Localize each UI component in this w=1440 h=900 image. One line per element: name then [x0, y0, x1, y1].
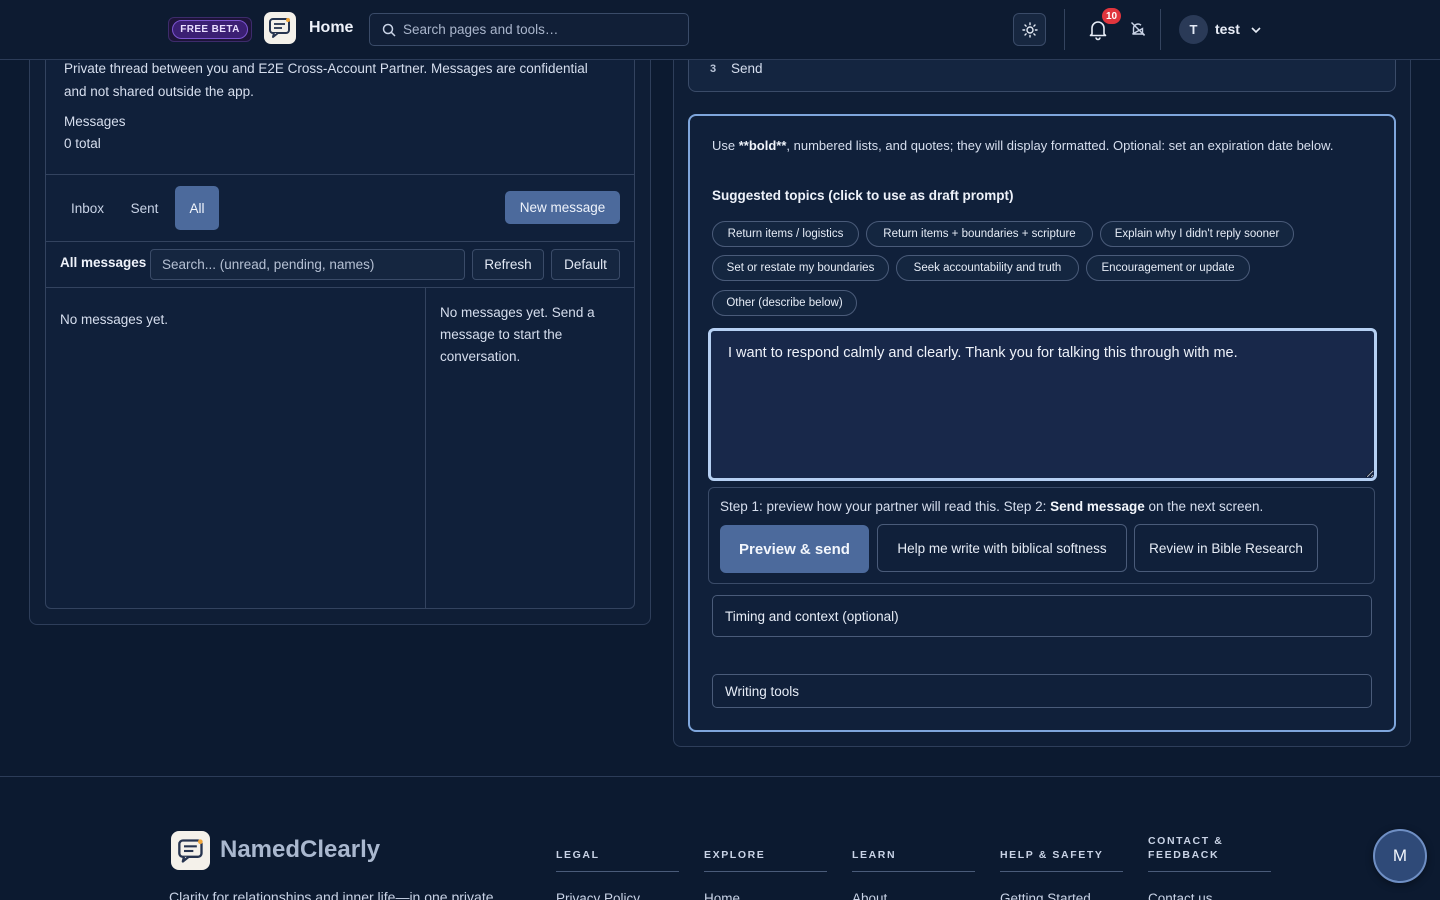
beta-badge-label: FREE BETA [172, 20, 248, 39]
preview-send-button[interactable]: Preview & send [720, 525, 869, 573]
topics-title: Suggested topics (click to use as draft … [712, 188, 1014, 203]
empty-thread-view: No messages yet. Send a message to start… [440, 305, 595, 364]
bell-off-icon[interactable] [1129, 20, 1147, 38]
footer-column-title: HELP & SAFETY [1000, 849, 1104, 861]
footer-column-divider [556, 871, 679, 872]
step-label: Send [731, 61, 763, 76]
topic-chip[interactable]: Explain why I didn't reply sooner [1100, 221, 1294, 247]
topic-chip[interactable]: Seek accountability and truth [896, 255, 1079, 281]
timing-context-toggle[interactable]: Timing and context (optional) [712, 595, 1372, 637]
topic-chip[interactable]: Other (describe below) [712, 290, 857, 316]
top-bar: FREE BETA Home Search pages and tools… 1… [0, 0, 1440, 60]
footer-column-divider [1000, 871, 1123, 872]
footer-column-title: CONTACT & FEEDBACK [1148, 835, 1224, 861]
message-list-label: All messages [60, 255, 147, 270]
footer-link[interactable]: Privacy Policy [556, 891, 640, 900]
refresh-button[interactable]: Refresh [472, 249, 544, 280]
chevron-down-icon[interactable] [1249, 23, 1263, 37]
global-search[interactable] [369, 13, 689, 46]
topic-chip[interactable]: Return items + boundaries + scripture [866, 221, 1093, 247]
header-divider [1064, 9, 1065, 50]
thread-description: Private thread between you and E2E Cross… [64, 61, 588, 99]
review-bible-button[interactable]: Review in Bible Research [1134, 524, 1318, 572]
topic-chip[interactable]: Set or restate my boundaries [712, 255, 889, 281]
user-name[interactable]: test [1215, 21, 1240, 37]
help-write-button[interactable]: Help me write with biblical softness [877, 524, 1127, 572]
assistant-fab-button[interactable]: M [1373, 829, 1427, 883]
search-icon [382, 23, 396, 37]
brand-name[interactable]: NamedClearly [220, 836, 380, 864]
theme-toggle-button[interactable] [1013, 13, 1046, 46]
global-search-input[interactable] [403, 22, 683, 37]
footer-column-title: EXPLORE [704, 849, 766, 861]
brand-tagline: Clarity for relationships and inner life… [169, 889, 494, 900]
footer-link[interactable]: Getting Started [1000, 891, 1091, 900]
message-search-input[interactable] [162, 257, 452, 272]
messages-count: 0 total [64, 136, 101, 151]
brand-logo-icon[interactable] [171, 831, 210, 870]
notification-count-badge: 10 [1102, 8, 1122, 24]
footer-link[interactable]: Contact us [1148, 891, 1213, 900]
footer-column-divider [704, 871, 827, 872]
footer-link[interactable]: Home [704, 891, 740, 900]
message-draft-textarea[interactable]: I want to respond calmly and clearly. Th… [708, 328, 1377, 481]
topic-chip[interactable]: Return items / logistics [712, 221, 859, 247]
tab-sent[interactable]: Sent [117, 186, 172, 230]
writing-tools-toggle[interactable]: Writing tools [712, 674, 1372, 708]
footer-column-title: LEARN [852, 849, 897, 861]
topic-chip[interactable]: Encouragement or update [1086, 255, 1250, 281]
app-logo-icon[interactable] [264, 12, 296, 44]
message-search[interactable] [150, 249, 465, 280]
step-number: 3 [710, 63, 717, 75]
divider [46, 287, 634, 288]
divider [46, 174, 634, 175]
new-message-button[interactable]: New message [505, 191, 620, 224]
pane-divider [425, 288, 426, 608]
beta-badge: FREE BETA [168, 17, 252, 42]
tab-all[interactable]: All [175, 186, 219, 230]
empty-message-list: No messages yet. [60, 312, 169, 327]
home-link[interactable]: Home [309, 19, 353, 37]
preview-instructions: Step 1: preview how your partner will re… [720, 499, 1264, 514]
default-button[interactable]: Default [551, 249, 620, 280]
header-divider [1160, 9, 1161, 50]
sun-icon [1021, 21, 1038, 38]
avatar[interactable]: T [1179, 15, 1208, 44]
divider [46, 241, 634, 242]
footer [0, 776, 1440, 900]
footer-column-title: LEGAL [556, 849, 600, 861]
footer-column-divider [1148, 871, 1271, 872]
footer-link[interactable]: About [852, 891, 887, 900]
footer-column-divider [852, 871, 975, 872]
formatting-hint: Use **bold**, numbered lists, and quotes… [712, 138, 1334, 153]
tab-inbox[interactable]: Inbox [60, 186, 115, 230]
messages-label: Messages [64, 114, 126, 129]
